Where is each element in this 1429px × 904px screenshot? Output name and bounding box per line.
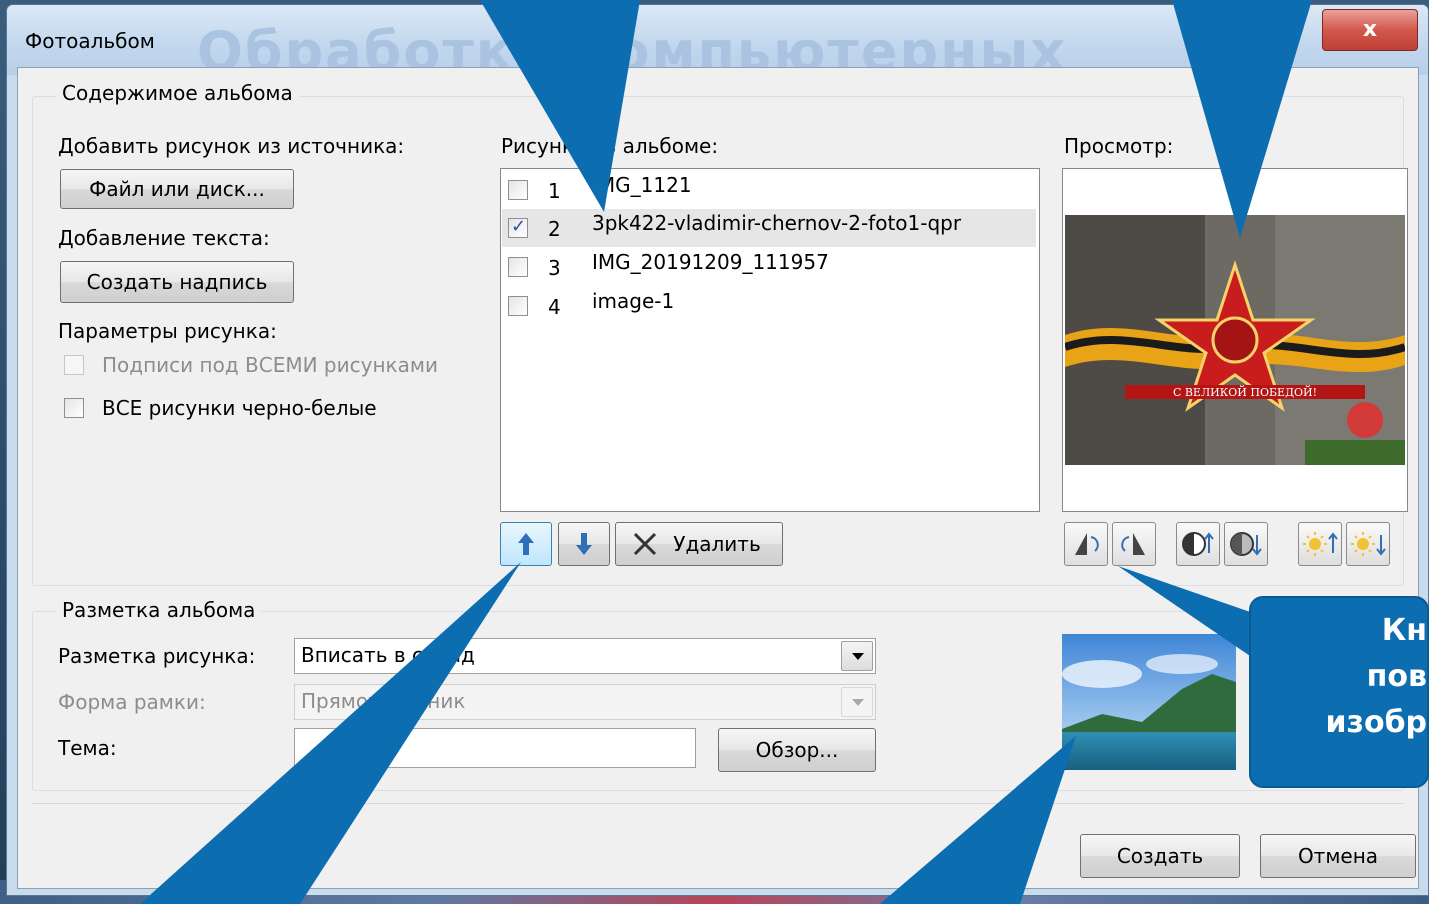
callout-pointer-image-tools [1118,566,1256,660]
callout-pointer-theme [880,736,1076,904]
callout-box: Кн пов изобр [1249,596,1429,788]
callout-pointer-preview [1172,0,1312,238]
callout-pointer-move-buttons [140,562,521,904]
callout-pointers [140,0,1312,904]
callout-pointer-list [480,0,640,212]
